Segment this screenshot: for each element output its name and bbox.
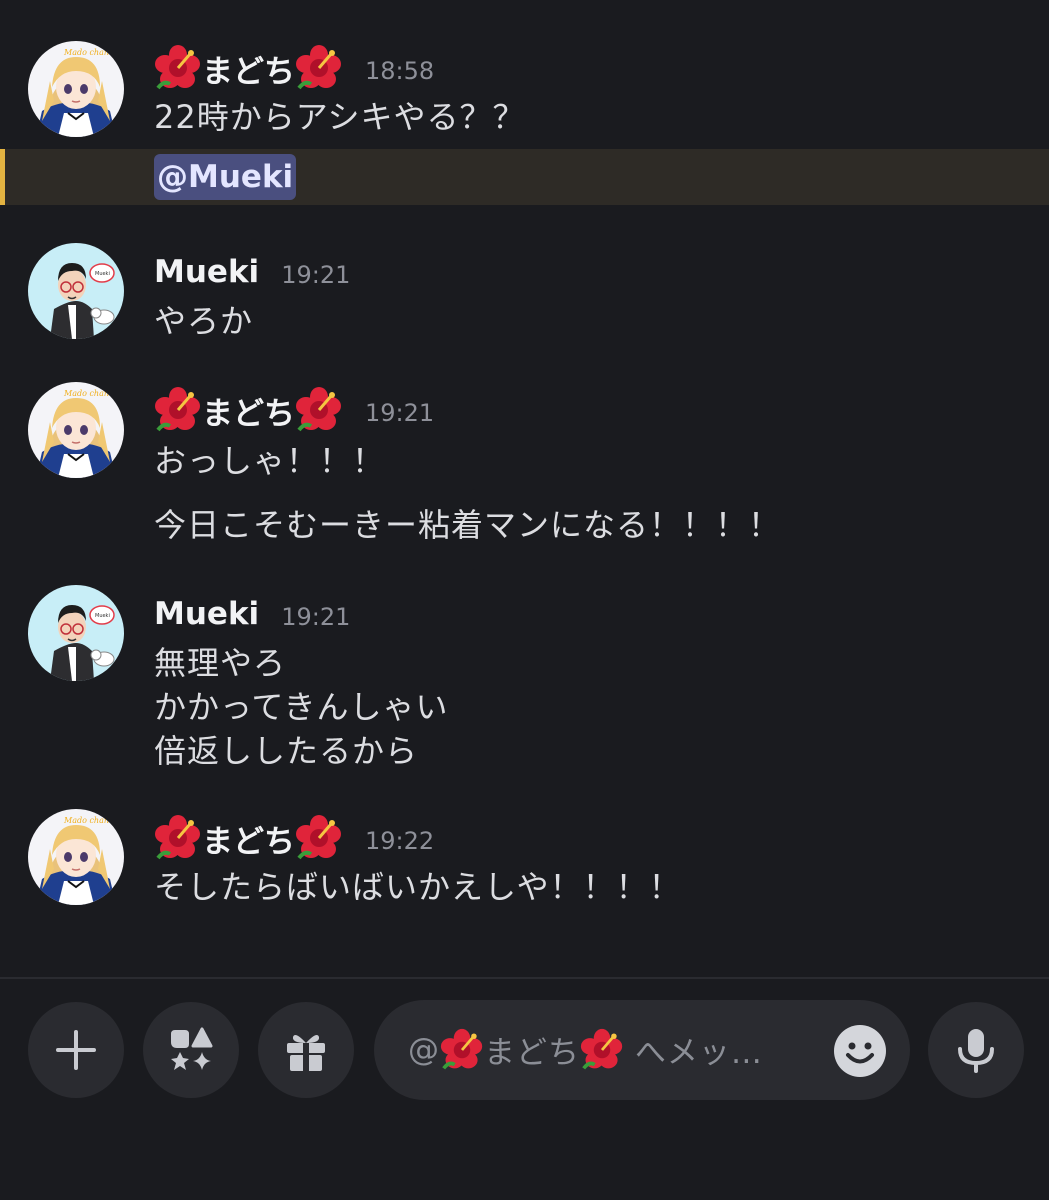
message-header: Mueki 19:21: [154, 592, 350, 636]
username-text: まどち: [202, 823, 295, 860]
hibiscus-icon: [295, 814, 343, 860]
message-group[interactable]: まどち 19:21 おっしゃ！！！ 今日こそむーきー粘着マンになる！！！！: [0, 380, 1049, 560]
timestamp: 18:58: [365, 57, 435, 85]
hibiscus-icon: [440, 1027, 484, 1070]
message-group[interactable]: まどち 19:22 そしたらばいばいかえしや！！！！: [0, 806, 1049, 926]
message-group[interactable]: Mueki 19:21 無理やろ かかってきんしゃい 倍返ししたるから: [0, 582, 1049, 782]
composer-divider: [0, 977, 1049, 979]
timestamp: 19:22: [365, 827, 435, 855]
message-text: かかってきんしゃい: [154, 688, 449, 726]
hibiscus-icon: [154, 44, 202, 90]
mention-highlight: @Mueki: [0, 149, 1049, 205]
microphone-icon: [958, 1029, 994, 1073]
hibiscus-icon: [295, 44, 343, 90]
apps-icon: [171, 1027, 213, 1070]
emoji-smile-icon[interactable]: [833, 1024, 887, 1078]
username[interactable]: まどち: [154, 386, 343, 434]
message-text: 今日こそむーきー粘着マンになる！！！！: [154, 506, 782, 544]
message-text: 無理やろ: [154, 644, 287, 682]
hibiscus-icon: [580, 1027, 624, 1070]
message-group[interactable]: まどち 18:58 22時からアシキやる？？ @Mueki: [0, 0, 1049, 210]
timestamp: 19:21: [281, 261, 351, 289]
user-mention[interactable]: @Mueki: [154, 154, 297, 200]
placeholder-prefix: @: [408, 1031, 440, 1068]
placeholder-name: まどち: [484, 1035, 580, 1071]
avatar[interactable]: [28, 382, 124, 478]
gift-icon: [287, 1035, 325, 1071]
username-text: Mueki: [154, 254, 260, 290]
apps-button[interactable]: [143, 1002, 239, 1098]
voice-button[interactable]: [928, 1002, 1024, 1098]
message-text: そしたらばいばいかえしや！！！！: [154, 868, 682, 906]
message-input[interactable]: @ まどち へメッ…: [374, 1000, 910, 1100]
avatar[interactable]: [28, 41, 124, 137]
username-text: Mueki: [154, 596, 260, 632]
placeholder-suffix: へメッ…: [624, 1035, 763, 1071]
message-text: 倍返ししたるから: [154, 732, 419, 770]
hibiscus-icon: [154, 814, 202, 860]
message-text: 22時からアシキやる？？: [154, 98, 526, 136]
username-text: まどち: [202, 395, 295, 432]
username[interactable]: Mueki: [154, 596, 259, 632]
message-header: まどち 19:21: [154, 386, 435, 434]
hibiscus-icon: [154, 386, 202, 432]
message-input-placeholder: @ まどち へメッ…: [408, 1027, 763, 1072]
plus-icon: [56, 1030, 96, 1070]
username[interactable]: まどち: [154, 814, 343, 862]
message-group[interactable]: Mueki 19:21 やろか: [0, 240, 1049, 350]
timestamp: 19:21: [365, 399, 435, 427]
message-header: まどち 19:22: [154, 814, 435, 862]
timestamp: 19:21: [281, 603, 351, 631]
message-text: おっしゃ！！！: [154, 442, 386, 480]
username-text: まどち: [202, 53, 295, 90]
message-header: まどち 18:58: [154, 44, 435, 92]
username[interactable]: まどち: [154, 44, 343, 92]
avatar[interactable]: [28, 809, 124, 905]
message-header: Mueki 19:21: [154, 250, 350, 294]
hibiscus-icon: [295, 386, 343, 432]
chat-messages: まどち 18:58 22時からアシキやる？？ @Mueki Mueki 19:2…: [0, 0, 1049, 978]
message-text: やろか: [154, 302, 254, 340]
username[interactable]: Mueki: [154, 254, 259, 290]
add-button[interactable]: [28, 1002, 124, 1098]
avatar[interactable]: [28, 585, 124, 681]
avatar[interactable]: [28, 243, 124, 339]
gift-button[interactable]: [258, 1002, 354, 1098]
